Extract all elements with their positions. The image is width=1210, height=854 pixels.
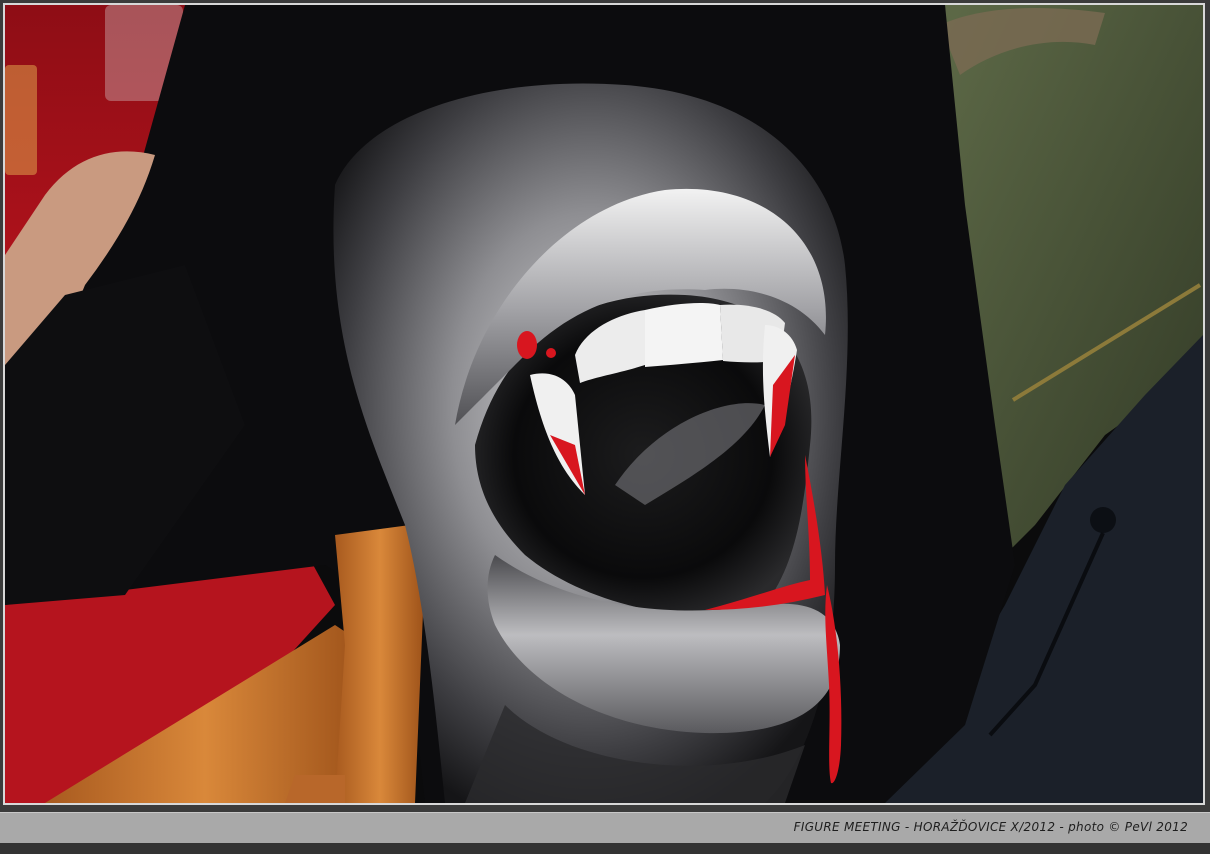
caption-bar: FIGURE MEETING - HORAŽĎOVICE X/2012 - ph… [0, 812, 1210, 844]
photo-caption: FIGURE MEETING - HORAŽĎOVICE X/2012 - ph… [793, 820, 1188, 834]
tooth [645, 302, 723, 367]
photo [5, 5, 1203, 803]
microphone-clip [1090, 507, 1116, 533]
photo-illustration [5, 5, 1203, 803]
bottom-strip [0, 843, 1210, 854]
beer-glass [5, 65, 37, 175]
chair-seat [285, 775, 345, 803]
photo-frame: FIGURE MEETING - HORAŽĎOVICE X/2012 - ph… [0, 0, 1210, 854]
blood-drop [546, 348, 556, 358]
blood-drop [517, 331, 537, 359]
chair-post [335, 525, 425, 803]
